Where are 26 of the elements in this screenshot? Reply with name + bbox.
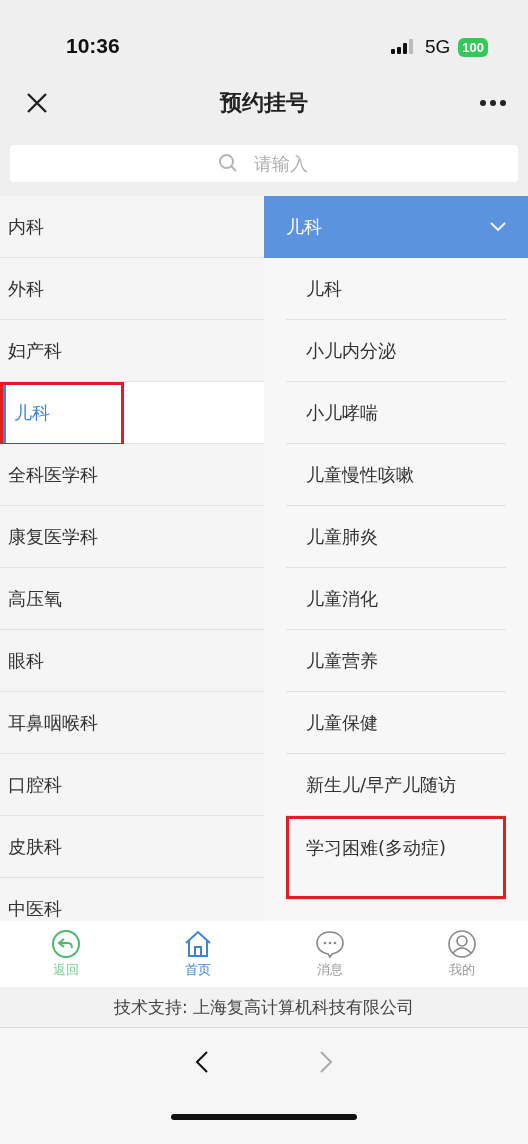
subdepartment-item[interactable]: 儿童保健: [286, 692, 506, 754]
subdepartment-item[interactable]: 学习困难(多动症): [286, 816, 506, 900]
subdepartment-item[interactable]: 儿童肺炎: [286, 506, 506, 568]
subdepartment-item[interactable]: 小儿内分泌: [286, 320, 506, 382]
footer-text: 技术支持: 上海复高计算机科技有限公司: [113, 995, 415, 1019]
chevron-down-icon: [490, 222, 506, 232]
clock: 10:36: [66, 34, 120, 58]
network-type: 5G: [424, 36, 451, 58]
subdepartment-item[interactable]: 儿童消化: [286, 568, 506, 630]
subdepartment-item[interactable]: 小儿哮喘: [286, 382, 506, 444]
battery-level: 100: [458, 37, 488, 57]
subdepartment-item[interactable]: 儿科: [286, 258, 506, 320]
more-icon[interactable]: [480, 99, 506, 106]
reply-icon: [51, 929, 81, 959]
home-icon: [183, 929, 213, 959]
search-field[interactable]: 请输入: [10, 145, 518, 182]
subdepartment-item[interactable]: 新生儿/早产儿随访: [286, 754, 506, 816]
subdepartment-item[interactable]: 儿童慢性咳嗽: [286, 444, 506, 506]
search-icon: [218, 153, 238, 173]
chat-bubble-icon: [315, 929, 345, 959]
page-title: 预约挂号: [220, 88, 308, 117]
user-icon: [447, 929, 477, 959]
department-item[interactable]: 全科医学科: [0, 444, 264, 506]
subdepartment-item[interactable]: 儿童营养: [286, 630, 506, 692]
tab-bar-item[interactable]: 首页: [132, 921, 264, 987]
close-icon[interactable]: [26, 91, 48, 114]
